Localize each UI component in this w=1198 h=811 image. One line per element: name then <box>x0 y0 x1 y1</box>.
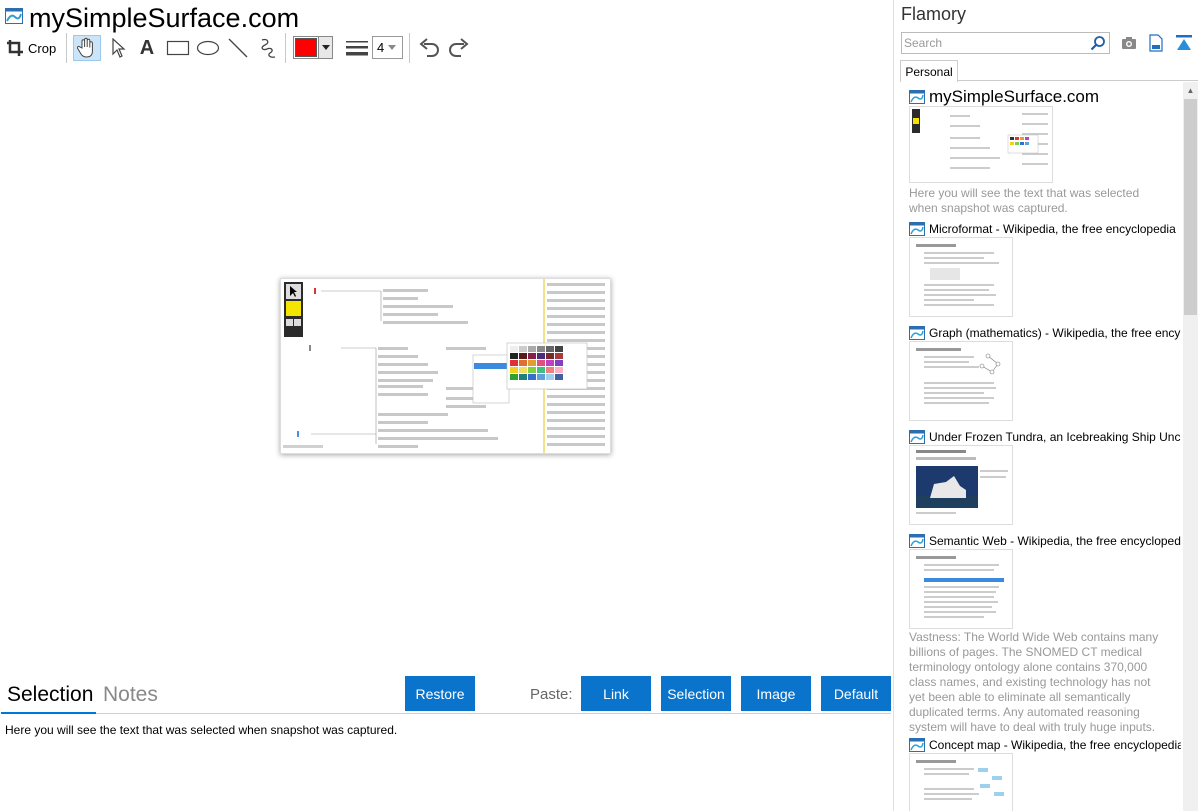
site-favicon-icon <box>909 534 925 548</box>
scroll-up-arrow[interactable]: ▲ <box>1183 82 1198 98</box>
list-item-title: Under Frozen Tundra, an Icebreaking Ship… <box>929 430 1181 444</box>
rectangle-icon <box>166 40 190 56</box>
snapshot-mindmap-picture <box>281 279 610 453</box>
tab-selection[interactable]: Selection <box>7 683 93 707</box>
list-item-description: Here you will see the text that was sele… <box>909 186 1140 215</box>
search-icon[interactable] <box>1090 35 1106 51</box>
text-icon: A <box>139 36 155 59</box>
ellipse-tool-button[interactable] <box>195 35 221 61</box>
crop-button[interactable]: Crop <box>6 35 58 61</box>
list-item[interactable]: Graph (mathematics) - Wikipedia, the fre… <box>909 324 1181 421</box>
chevron-down-icon <box>321 45 330 50</box>
list-item[interactable]: Under Frozen Tundra, an Icebreaking Ship… <box>909 428 1181 525</box>
line-width-value: 4 <box>377 40 385 55</box>
tab-personal[interactable]: Personal <box>900 60 958 82</box>
list-item-title: Microformat - Wikipedia, the free encycl… <box>929 222 1176 236</box>
site-favicon-icon <box>909 90 925 104</box>
toolbar-divider <box>66 33 67 63</box>
paste-default-button[interactable]: Default <box>821 676 891 711</box>
search-box[interactable] <box>901 32 1110 54</box>
document-title: mySimpleSurface.com <box>29 3 300 33</box>
hand-tool-button[interactable] <box>73 35 101 61</box>
pointer-icon <box>112 38 126 58</box>
list-item-thumbnail <box>909 753 1013 811</box>
select-tool-button[interactable] <box>108 35 130 61</box>
crop-label: Crop <box>28 40 57 56</box>
list-item-title: Graph (mathematics) - Wikipedia, the fre… <box>929 326 1181 340</box>
restore-button[interactable]: Restore <box>405 676 475 711</box>
list-item-thumbnail <box>909 549 1013 629</box>
freehand-icon <box>261 38 276 58</box>
list-item[interactable]: Semantic Web - Wikipedia, the free encyc… <box>909 532 1181 734</box>
list-item-thumbnail <box>909 237 1013 317</box>
list-item[interactable]: Microformat - Wikipedia, the free encycl… <box>909 220 1181 317</box>
color-picker[interactable] <box>293 36 333 59</box>
list-item[interactable]: mySimpleSurface.com Here you will see th… <box>909 87 1181 215</box>
toolbar-divider <box>285 33 286 63</box>
hand-icon <box>77 37 93 58</box>
site-favicon-icon <box>909 430 925 444</box>
line-width-icon <box>346 41 368 56</box>
redo-button[interactable] <box>447 35 471 61</box>
tab-notes[interactable]: Notes <box>103 683 158 707</box>
selection-text[interactable]: Here you will see the text that was sele… <box>5 723 397 737</box>
search-input[interactable] <box>904 35 1084 51</box>
tabs-divider <box>1 713 891 714</box>
sidebar-app-name: Flamory <box>901 4 967 24</box>
crop-icon <box>7 40 23 56</box>
undo-button[interactable] <box>417 35 441 61</box>
list-item[interactable]: Concept map - Wikipedia, the free encycl… <box>909 736 1181 811</box>
page-icon[interactable] <box>1148 34 1164 52</box>
line-width-button[interactable] <box>344 35 370 61</box>
site-favicon-icon <box>909 222 925 236</box>
site-favicon-icon <box>909 738 925 752</box>
chevron-down-icon <box>388 45 397 50</box>
list-item-title: Semantic Web - Wikipedia, the free encyc… <box>929 534 1181 548</box>
active-tab-indicator <box>1 712 96 714</box>
app-icon <box>5 8 23 24</box>
line-icon <box>228 38 248 58</box>
paste-selection-button[interactable]: Selection <box>661 676 731 711</box>
snapshot-list[interactable]: mySimpleSurface.com Here you will see th… <box>901 84 1181 811</box>
line-width-select[interactable]: 4 <box>372 36 403 59</box>
scroll-to-top-icon[interactable] <box>1175 34 1193 52</box>
panel-divider[interactable] <box>893 0 894 811</box>
scrollbar-thumb[interactable] <box>1184 99 1197 315</box>
tab-rule <box>958 80 1198 81</box>
snapshot-image[interactable] <box>280 278 611 454</box>
list-item-title: Concept map - Wikipedia, the free encycl… <box>929 738 1181 752</box>
paste-label: Paste: <box>530 686 573 703</box>
list-item-thumbnail <box>909 341 1013 421</box>
paste-link-button[interactable]: Link <box>581 676 651 711</box>
text-tool-button[interactable]: A <box>136 35 158 61</box>
current-color-swatch <box>295 38 317 57</box>
site-favicon-icon <box>909 326 925 340</box>
camera-icon[interactable] <box>1121 35 1137 51</box>
list-item-title: mySimpleSurface.com <box>929 87 1100 106</box>
ellipse-icon <box>196 40 220 56</box>
rectangle-tool-button[interactable] <box>165 35 191 61</box>
list-item-description: Vastness: The World Wide Web contains ma… <box>909 630 1159 734</box>
color-dropdown-arrow[interactable] <box>318 37 332 58</box>
paste-image-button[interactable]: Image <box>741 676 811 711</box>
line-tool-button[interactable] <box>226 35 250 61</box>
list-item-thumbnail <box>909 106 1053 183</box>
list-item-thumbnail <box>909 445 1013 525</box>
freehand-tool-button[interactable] <box>256 35 280 61</box>
toolbar-divider <box>409 33 410 63</box>
redo-icon <box>449 38 469 57</box>
undo-icon <box>419 38 439 57</box>
